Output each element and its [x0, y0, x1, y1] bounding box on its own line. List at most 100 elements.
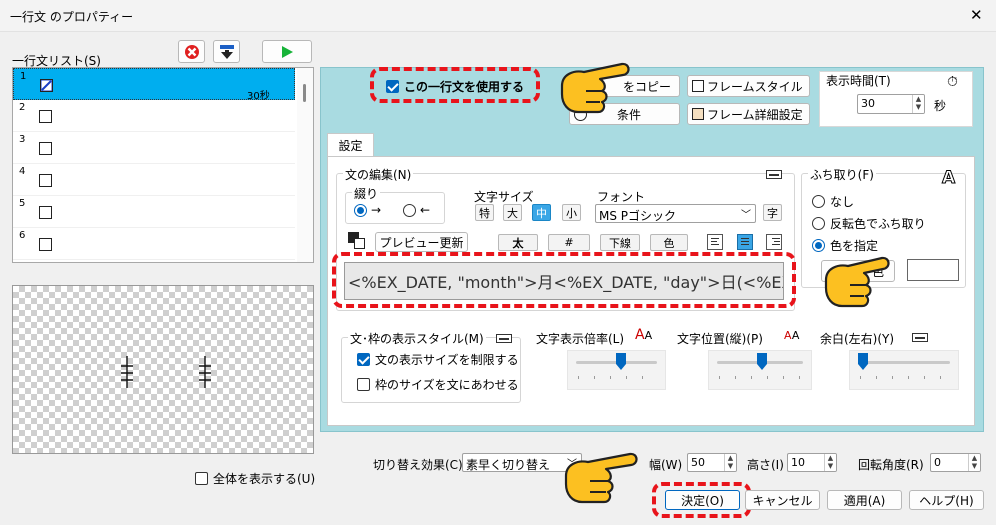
use-line-box[interactable] [386, 80, 399, 93]
row-checkbox[interactable] [39, 174, 52, 187]
cancel-button[interactable]: キャンセル [745, 490, 820, 510]
bold-button[interactable]: 太 [498, 234, 538, 251]
angle-input[interactable]: 0 ▲ ▼ [930, 453, 981, 472]
preview-canvas [12, 285, 314, 454]
border-none-label: なし [830, 195, 855, 209]
width-spin[interactable]: ▲ ▼ [724, 454, 736, 471]
row-checkbox[interactable] [39, 238, 52, 251]
move-down-icon [219, 44, 234, 59]
align-right-icon[interactable] [766, 234, 782, 250]
list-row[interactable]: 2 [13, 100, 295, 132]
scale-slider-thumb[interactable] [616, 353, 626, 370]
angle-spin[interactable]: ▲ ▼ [968, 454, 980, 471]
direction-ltr-radio[interactable]: → [354, 203, 381, 217]
row-checkbox[interactable] [39, 206, 52, 219]
vpos-slider-thumb[interactable] [757, 353, 767, 370]
align-left-icon[interactable] [707, 234, 723, 250]
frame-detail-icon [692, 108, 704, 120]
list-row[interactable]: 4 [13, 164, 295, 196]
display-time-unit: 秒 [934, 99, 947, 113]
frame-group-icon [496, 334, 512, 343]
close-icon[interactable]: ✕ [970, 6, 983, 24]
display-time-group: 表示時間(T) ⏱ 30 ▲ ▼ 秒 [819, 71, 973, 127]
list-row[interactable]: 3 [13, 132, 295, 164]
cancel-button-label: キャンセル [752, 493, 813, 508]
row-checkbox[interactable] [39, 142, 52, 155]
align-center-icon[interactable] [737, 234, 753, 250]
list-scrollbar[interactable] [297, 68, 313, 262]
tab-settings[interactable]: 設定 [327, 133, 374, 157]
font-select-value: MS Pゴシック [599, 209, 677, 223]
edit-group-title: 文の編集(N) [343, 166, 414, 183]
width-value: 50 [691, 456, 705, 469]
effect-label: 切り替え効果(C) [373, 458, 463, 472]
frame-style-label: フレームスタイル [707, 79, 803, 94]
size-large-button[interactable]: 大 [503, 204, 522, 221]
scale-label: 文字表示倍率(L) [536, 332, 625, 346]
direction-rtl-radio[interactable]: ← [403, 203, 430, 217]
limit-size-box[interactable] [357, 353, 370, 366]
display-time-spin[interactable]: ▲ ▼ [912, 95, 924, 113]
margin-slider-thumb[interactable] [858, 353, 868, 370]
play-button[interactable] [262, 40, 312, 63]
ok-button-label: 決定(O) [681, 493, 724, 508]
direction-rtl-dot[interactable] [403, 203, 416, 217]
direction-ltr-dot[interactable] [354, 203, 367, 217]
hash-button[interactable]: # [548, 234, 590, 251]
row-checkbox[interactable] [39, 110, 52, 123]
color-picker-icon[interactable] [348, 232, 365, 249]
border-color-swatch[interactable] [907, 259, 959, 281]
delete-button[interactable] [178, 40, 205, 63]
size-medium-button[interactable]: 中 [532, 204, 551, 221]
row-number: 4 [19, 166, 26, 177]
display-time-input[interactable]: 30 ▲ ▼ [857, 94, 925, 114]
scroll-thumb[interactable] [303, 84, 306, 102]
fit-frame-checkbox[interactable]: 枠のサイズを文にあわせる [357, 376, 519, 393]
border-none-dot[interactable] [812, 195, 825, 208]
ok-button[interactable]: 決定(O) [665, 490, 740, 510]
effect-select-value: 素早く切り替え [466, 458, 551, 472]
fit-frame-box[interactable] [357, 378, 370, 391]
scale-slider[interactable] [567, 350, 666, 390]
help-button[interactable]: ヘルプ(H) [909, 490, 984, 510]
direction-rtl-label: ← [420, 203, 431, 217]
angle-value: 0 [934, 456, 941, 469]
underline-button[interactable]: 下線 [600, 234, 640, 251]
list-row[interactable]: 5 [13, 196, 295, 228]
show-all-box[interactable] [195, 472, 208, 485]
frame-detail-button[interactable]: フレーム詳細設定 [687, 103, 810, 125]
vpos-slider[interactable] [708, 350, 812, 390]
border-invert-dot[interactable] [812, 217, 825, 230]
frame-group: 文･枠の表示スタイル(M) [341, 330, 521, 403]
apply-button[interactable]: 適用(A) [827, 490, 902, 510]
font-char-button[interactable]: 字 [763, 204, 782, 221]
move-down-button[interactable] [213, 40, 240, 63]
border-invert-radio[interactable]: 反転色でふち取り [812, 215, 926, 232]
size-small-button[interactable]: 小 [562, 204, 581, 221]
show-all-checkbox[interactable]: 全体を表示する(U) [195, 470, 315, 487]
limit-size-label: 文の表示サイズを制限する [375, 353, 519, 367]
font-select[interactable]: MS Pゴシック ﹀ [595, 204, 756, 223]
frame-group-title: 文･枠の表示スタイル(M) [348, 330, 486, 347]
play-icon [282, 45, 293, 58]
color-button[interactable]: 色 [650, 234, 688, 251]
width-input[interactable]: 50 ▲ ▼ [687, 453, 737, 472]
line-list[interactable]: 1 30秒 2 3 4 5 6 [12, 67, 314, 263]
frame-style-button[interactable]: フレームスタイル [687, 75, 810, 97]
height-input[interactable]: 10 ▲ ▼ [787, 453, 837, 472]
limit-size-checkbox[interactable]: 文の表示サイズを制限する [357, 351, 519, 368]
width-label: 幅(W) [649, 458, 683, 472]
window-title: 一行文 のプロパティー [10, 10, 134, 24]
list-row-selected[interactable]: 1 30秒 [13, 68, 295, 102]
size-special-button[interactable]: 特 [475, 204, 494, 221]
border-none-radio[interactable]: なし [812, 193, 854, 210]
list-row[interactable]: 6 [13, 228, 295, 260]
line-text-value: <%EX_DATE, "month">月<%EX_DATE, "day">日(<… [348, 273, 784, 292]
height-spin[interactable]: ▲ ▼ [824, 454, 836, 471]
direction-label: 綴り [352, 185, 381, 202]
preview-update-button[interactable]: プレビュー更新 [375, 232, 468, 252]
line-text-input[interactable]: <%EX_DATE, "month">月<%EX_DATE, "day">日(<… [344, 262, 784, 300]
margin-slider[interactable] [849, 350, 959, 390]
use-line-checkbox[interactable]: この一行文を使用する [386, 78, 524, 95]
direction-ltr-label: → [371, 203, 382, 217]
